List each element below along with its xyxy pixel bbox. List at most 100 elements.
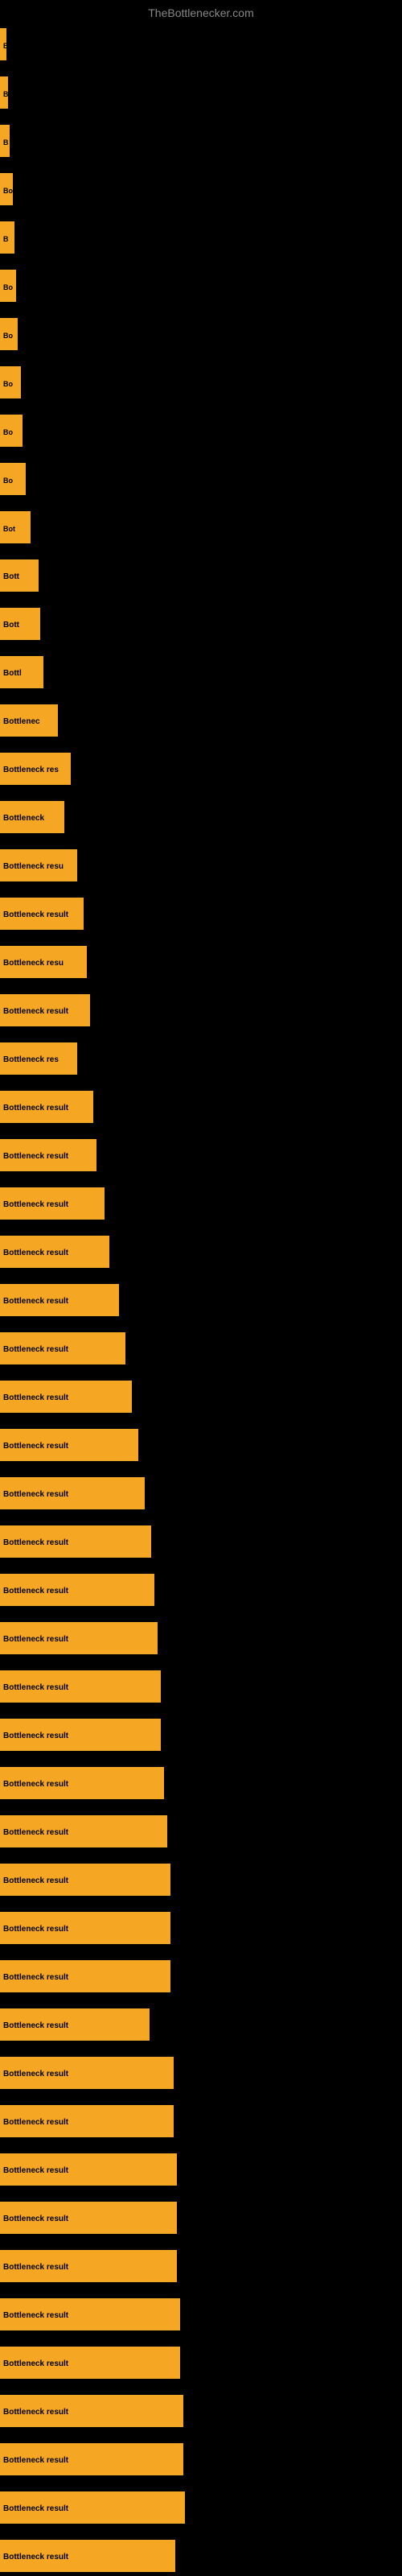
bottleneck-bar: Bottleneck result [0,1477,145,1509]
bottleneck-bar: Bottleneck result [0,1381,132,1413]
bottleneck-bar: Bottleneck result [0,1912,170,1944]
bottleneck-bar: Bo [0,415,23,447]
bottleneck-bar-container: Bottleneck result [0,2491,185,2524]
bottleneck-bar: Bo [0,173,13,205]
bottleneck-bar-container: Bottleneck result [0,1864,170,1896]
bottleneck-bar-container: Bottleneck res [0,1042,77,1075]
bottleneck-bar-container: Bottleneck result [0,1236,109,1268]
bottleneck-bar-container: Bottleneck res [0,753,71,785]
bottleneck-bar: Bottleneck result [0,2105,174,2137]
bottleneck-bar-container: Bottleneck [0,801,64,833]
bottleneck-bar-container: Bottleneck result [0,1187,105,1220]
bottleneck-bar-container: Bott [0,608,40,640]
bottleneck-bar-container: Bottleneck result [0,1815,167,1847]
bottleneck-bar-container: Bottleneck result [0,1477,145,1509]
bottleneck-bar-container: B [0,76,8,109]
bottleneck-bar-container: Bo [0,173,13,205]
bottleneck-bar: Bottleneck result [0,2395,183,2427]
bottleneck-bar: Bottlenec [0,704,58,737]
bottleneck-bar-container: Bottleneck result [0,2008,150,2041]
bottleneck-bar: Bottleneck res [0,1042,77,1075]
bottleneck-bar-container: Bo [0,318,18,350]
bottleneck-bar: Bottleneck result [0,1429,138,1461]
bottleneck-bar-container: Bo [0,270,16,302]
bottleneck-bar-container: Bottleneck result [0,1670,161,1703]
bottleneck-bar-container: Bottleneck result [0,2202,177,2234]
bottleneck-bar-container: Bo [0,463,26,495]
bottleneck-bar-container: Bottleneck result [0,898,84,930]
bottleneck-bar: Bottleneck result [0,2057,174,2089]
bottleneck-bar-container: Bottleneck result [0,2298,180,2330]
bottleneck-bar: B [0,125,10,157]
bottleneck-bar-container: Bottleneck result [0,2395,183,2427]
bottleneck-bar-container: Bottleneck result [0,1767,164,1799]
bottleneck-bar-container: Bottleneck result [0,1139,96,1171]
bottleneck-bar: Bottleneck [0,801,64,833]
bottleneck-bar-container: Bo [0,415,23,447]
bottleneck-bar: Bo [0,366,21,398]
bottleneck-bar-container: Bottleneck resu [0,946,87,978]
bottleneck-bar: B [0,221,14,254]
bottleneck-bar: Bottleneck result [0,1815,167,1847]
bottleneck-bar-container: Bottleneck result [0,1912,170,1944]
bottleneck-bar-container: Bottleneck result [0,1525,151,1558]
bottleneck-bar-container: Bottleneck result [0,2153,177,2186]
bottleneck-bar: Bottleneck result [0,2540,175,2572]
bottleneck-bar: Bottleneck result [0,1719,161,1751]
bottleneck-bar-container: Bottleneck result [0,1719,161,1751]
bottleneck-bar-container: Bottleneck resu [0,849,77,881]
bottleneck-bar: Bottleneck result [0,1670,161,1703]
bottleneck-bar: Bottleneck result [0,1767,164,1799]
bottleneck-bar-container: Bottleneck result [0,994,90,1026]
bottleneck-bar: Bottleneck result [0,1236,109,1268]
bottleneck-bar: Bottleneck result [0,2443,183,2475]
bottleneck-bar: B [0,28,6,60]
bottleneck-bar: Bott [0,608,40,640]
bottleneck-bar: Bottleneck result [0,1139,96,1171]
bottleneck-bar: Bottleneck resu [0,849,77,881]
bottleneck-bar: Bottleneck result [0,2202,177,2234]
bottleneck-bar: Bot [0,511,31,543]
bottleneck-bar: Bottleneck result [0,2491,185,2524]
bottleneck-bar: Bott [0,559,39,592]
bottleneck-bar-container: Bottleneck result [0,2443,183,2475]
bottleneck-bar-container: Bottleneck result [0,1960,170,1992]
bottleneck-bar: Bottleneck result [0,2153,177,2186]
bottleneck-bar-container: Bottleneck result [0,2057,174,2089]
bottleneck-bar: Bottleneck result [0,2250,177,2282]
bottleneck-bar-container: Bottl [0,656,43,688]
bottleneck-bar: Bo [0,463,26,495]
bottleneck-bar: Bo [0,318,18,350]
bottleneck-bar: Bottleneck resu [0,946,87,978]
bottleneck-bar: Bottleneck result [0,1187,105,1220]
bottleneck-bar-container: Bo [0,366,21,398]
bottleneck-bar-container: Bottleneck result [0,1429,138,1461]
bottleneck-bar-container: Bott [0,559,39,592]
bottleneck-bar: Bottl [0,656,43,688]
bottleneck-bar: Bottleneck result [0,1091,93,1123]
bottleneck-bar-container: Bottleneck result [0,2540,175,2572]
bottleneck-bar-container: Bot [0,511,31,543]
bottleneck-bar-container: Bottleneck result [0,2347,180,2379]
bottleneck-bar: Bottleneck result [0,2347,180,2379]
bottleneck-bar: Bottleneck result [0,898,84,930]
bottleneck-bar: B [0,76,8,109]
bottleneck-bar-container: Bottleneck result [0,1091,93,1123]
bottleneck-bar: Bottleneck result [0,1622,158,1654]
bottleneck-bar: Bottleneck result [0,1284,119,1316]
bottleneck-bar: Bottleneck result [0,1960,170,1992]
bottleneck-bar-container: B [0,221,14,254]
bottleneck-bar: Bo [0,270,16,302]
bottleneck-bar-container: B [0,125,10,157]
bottleneck-bar-container: Bottleneck result [0,1284,119,1316]
bottleneck-bar: Bottleneck result [0,1332,125,1364]
bottleneck-bar: Bottleneck result [0,1525,151,1558]
bottleneck-bar-container: Bottleneck result [0,1381,132,1413]
bottleneck-bar: Bottleneck result [0,2008,150,2041]
site-title: TheBottlenecker.com [148,6,254,19]
bottleneck-bar: Bottleneck result [0,994,90,1026]
bottleneck-bar-container: B [0,28,6,60]
bottleneck-bar-container: Bottleneck result [0,1332,125,1364]
bottleneck-bar: Bottleneck res [0,753,71,785]
bottleneck-bar-container: Bottleneck result [0,1574,154,1606]
